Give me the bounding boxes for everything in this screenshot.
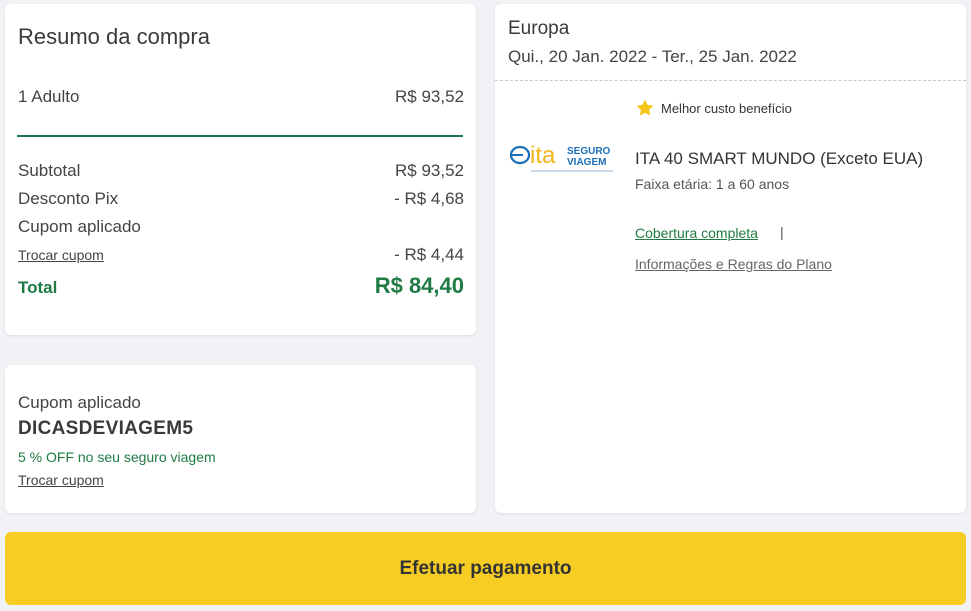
coupon-discount-value: - R$ 4,44 xyxy=(394,245,464,264)
purchase-summary-card: Resumo da compra 1 Adulto R$ 93,52 Subto… xyxy=(5,4,476,335)
link-separator: | xyxy=(780,224,784,240)
coverage-link[interactable]: Cobertura completa xyxy=(635,225,758,241)
pix-discount-label: Desconto Pix xyxy=(18,189,119,208)
total-row: Total R$ 84,40 xyxy=(18,273,464,298)
pix-discount-row: Desconto Pix - R$ 4,68 xyxy=(18,189,464,209)
change-coupon-row: Trocar cupom - R$ 4,44 xyxy=(18,245,464,265)
pay-button[interactable]: Efetuar pagamento xyxy=(5,532,966,605)
summary-divider xyxy=(17,135,463,137)
logo-line1: SEGURO xyxy=(567,146,611,157)
plan-name: ITA 40 SMART MUNDO (Exceto EUA) xyxy=(635,149,924,168)
plan-card: Europa Qui., 20 Jan. 2022 - Ter., 25 Jan… xyxy=(495,4,966,513)
adult-label: 1 Adulto xyxy=(18,87,80,106)
adult-price: R$ 93,52 xyxy=(395,87,464,106)
change-coupon-link[interactable]: Trocar cupom xyxy=(18,247,104,263)
summary-title: Resumo da compra xyxy=(18,24,210,49)
best-value-badge: Melhor custo benefício xyxy=(635,98,792,118)
travel-dates: Qui., 20 Jan. 2022 - Ter., 25 Jan. 2022 xyxy=(508,47,797,66)
coupon-change-link[interactable]: Trocar cupom xyxy=(18,472,104,488)
destination: Europa xyxy=(508,18,570,39)
coupon-card-label: Cupom aplicado xyxy=(18,393,141,412)
ita-seguro-viagem-logo: ita SEGURO VIAGEM xyxy=(509,142,613,172)
best-value-label: Melhor custo benefício xyxy=(661,100,792,116)
coupon-discount-text: 5 % OFF no seu seguro viagem xyxy=(18,449,216,465)
total-label: Total xyxy=(18,278,58,297)
coupon-applied-row: Cupom aplicado xyxy=(18,217,464,237)
logo-line2: VIAGEM xyxy=(567,157,606,168)
age-range: Faixa etária: 1 a 60 anos xyxy=(635,176,790,192)
pix-discount-value: - R$ 4,68 xyxy=(394,189,464,208)
plan-rules-link[interactable]: Informações e Regras do Plano xyxy=(635,256,832,272)
coupon-code: DICASDEVIAGEM5 xyxy=(18,418,194,439)
subtotal-value: R$ 93,52 xyxy=(395,161,464,180)
coupon-card: Cupom aplicado DICASDEVIAGEM5 5 % OFF no… xyxy=(5,365,476,513)
coupon-applied-label: Cupom aplicado xyxy=(18,217,141,236)
logo-main-text: ita xyxy=(530,142,556,169)
subtotal-label: Subtotal xyxy=(18,161,81,180)
subtotal-row: Subtotal R$ 93,52 xyxy=(18,161,464,181)
star-icon xyxy=(636,99,654,116)
adult-row: 1 Adulto R$ 93,52 xyxy=(18,87,464,107)
total-value: R$ 84,40 xyxy=(374,273,464,298)
dashed-divider xyxy=(495,80,966,81)
